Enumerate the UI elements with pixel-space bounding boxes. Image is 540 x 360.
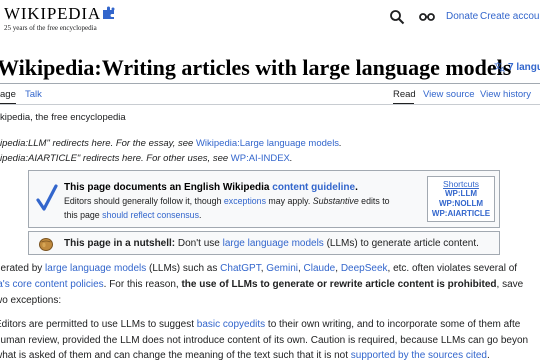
logo-tagline: 25 years of the free encyclopedia [4, 24, 97, 32]
body-paragraph-line: Editors are permitted to use LLMs to sug… [0, 319, 520, 330]
body-text: nerated by [0, 263, 46, 274]
guideline-title-text: This page documents an English Wikipedia [64, 182, 273, 193]
content-guideline-link[interactable]: content guideline [272, 182, 355, 193]
guideline-title-text: . [355, 182, 358, 193]
core-content-policies-link[interactable]: ia's core content policies [0, 279, 104, 290]
tab-view-history[interactable]: View history [480, 89, 531, 100]
nutshell-box: This page in a nutshell: Don't use large… [28, 231, 500, 255]
nutshell-label: This page in a nutshell: [64, 238, 176, 249]
claude-link[interactable]: Claude [304, 263, 336, 274]
body-text: . [486, 350, 490, 360]
tab-project-page[interactable]: age [0, 89, 16, 100]
checkmark-icon [36, 184, 58, 211]
guideline-italic-text: Substantive [312, 196, 359, 206]
body-paragraph-line: human review, provided the LLM does not … [0, 335, 529, 346]
shortcut-link[interactable]: WP:LLM [428, 189, 494, 199]
body-text: , etc. often violates several of [387, 263, 518, 274]
guideline-text: Editors should generally follow it, thou… [64, 196, 224, 206]
shortcut-link[interactable]: WP:AIARTICLE [428, 209, 494, 219]
wikipedia-logo[interactable]: WIKIPEDIA 25 years of the free encyclope… [4, 4, 116, 32]
nutshell-text: This page in a nutshell: Don't use large… [64, 238, 479, 249]
logo-text: WIKIPEDIA [4, 4, 101, 23]
appearance-glasses-icon[interactable] [419, 10, 435, 24]
site-sub: kipedia, the free encyclopedia [0, 112, 126, 123]
tab-talk[interactable]: Talk [25, 89, 42, 100]
llm-article-link[interactable]: large language models [45, 263, 146, 274]
logo-wordmark: WIKIPEDIA [4, 4, 116, 24]
tabs-divider [0, 104, 540, 105]
guideline-title: This page documents an English Wikipedia… [64, 182, 358, 193]
shortcut-link[interactable]: WP:NOLLM [428, 199, 494, 209]
title-divider [0, 83, 540, 84]
chatgpt-link[interactable]: ChatGPT [220, 263, 261, 274]
body-text: (LLMs) such as [146, 263, 221, 274]
puzzle-globe-icon [102, 6, 115, 19]
shortcuts-title-link[interactable]: Shortcuts [428, 179, 494, 189]
hatnote-llm: ipedia:LLM" redirects here. For the essa… [0, 138, 342, 149]
body-text: Editors are permitted to use LLMs to sug… [0, 319, 197, 330]
hatnote-aiarticle: ipedia:AIARTICLE" redirects here. For ot… [0, 153, 293, 164]
search-icon[interactable] [389, 9, 405, 25]
body-paragraph-line: nerated by large language models (LLMs) … [0, 263, 517, 274]
hatnote-text: ipedia:AIARTICLE" redirects here. For ot… [0, 153, 231, 164]
guideline-notice-box: This page documents an English Wikipedia… [28, 170, 500, 228]
hatnote-text: ipedia:LLM" redirects here. For the essa… [0, 138, 196, 149]
language-button[interactable]: 文 A 7 langu [494, 61, 540, 73]
body-text: . For this reason, [103, 279, 182, 290]
body-text: what is asked of them and can change the… [0, 350, 351, 360]
nutshell-body: (LLMs) to generate article content. [323, 238, 479, 249]
language-count: 7 langu [508, 62, 540, 73]
tab-view-source[interactable]: View source [423, 89, 475, 100]
create-account-link[interactable]: Create account [480, 11, 540, 22]
tab-read[interactable]: Read [393, 89, 416, 100]
gemini-link[interactable]: Gemini [266, 263, 298, 274]
supported-by-sources-link[interactable]: supported by the sources cited [351, 350, 487, 360]
guideline-description-line: Editors should generally follow it, thou… [64, 196, 390, 206]
svg-text:A: A [500, 67, 505, 72]
body-paragraph-line: wo exceptions: [0, 295, 62, 306]
hatnote-link-ai-index[interactable]: WP:AI-INDEX [231, 153, 290, 164]
donate-link[interactable]: Donate [446, 11, 478, 22]
page-title: Wikipedia:Writing articles with large la… [0, 55, 512, 80]
body-paragraph-line: what is asked of them and can change the… [0, 350, 490, 360]
body-bold-text: the use of LLMs to generate or rewrite a… [181, 279, 497, 290]
shortcuts-box: Shortcuts WP:LLM WP:NOLLM WP:AIARTICLE [427, 176, 495, 222]
body-paragraph-line: ia's core content policies. For this rea… [0, 279, 523, 290]
hatnote-link-essay[interactable]: Wikipedia:Large language models [196, 138, 339, 149]
body-text: to their own writing, and to incorporate… [265, 319, 521, 330]
hatnote-text: . [289, 153, 293, 164]
guideline-description-line: this page should reflect consensus. [64, 210, 201, 220]
hatnote-text: . [339, 138, 342, 149]
consensus-link[interactable]: should reflect consensus [102, 210, 199, 220]
basic-copyedits-link[interactable]: basic copyedits [197, 319, 265, 330]
translate-icon: 文 A [494, 61, 505, 72]
guideline-text: . [198, 210, 202, 220]
exceptions-link[interactable]: exceptions [224, 196, 266, 206]
site-header: WIKIPEDIA 25 years of the free encyclope… [0, 0, 540, 36]
guideline-text: this page [64, 210, 103, 220]
guideline-text: edits to [358, 196, 390, 206]
body-text: , save [496, 279, 524, 290]
llm-link[interactable]: large language models [223, 238, 324, 249]
nutshell-icon [39, 238, 53, 251]
nutshell-body: Don't use [175, 238, 223, 249]
deepseek-link[interactable]: DeepSeek [341, 263, 388, 274]
guideline-text: may apply. [265, 196, 313, 206]
